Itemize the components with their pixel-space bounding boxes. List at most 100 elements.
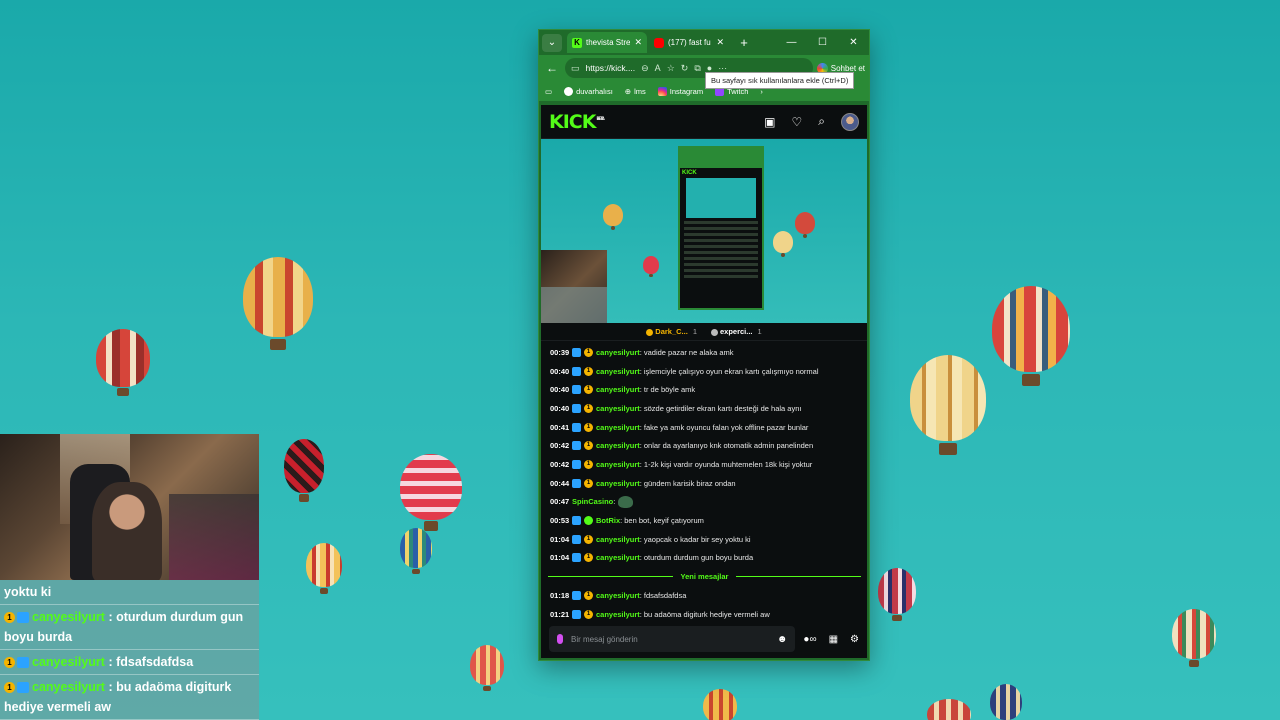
gift-badge-icon: 1 (584, 609, 593, 619)
chat-username[interactable]: canyesilyurt (596, 348, 640, 357)
tab-kick-stream[interactable]: K thevista Stre ✕ (567, 32, 647, 53)
overlay-message-text: yoktu ki (4, 585, 52, 599)
viewer-name: Dark_C... (655, 327, 688, 336)
following-video-icon[interactable]: ▣ (764, 115, 775, 129)
new-tab-plus-icon[interactable]: + (735, 35, 753, 50)
read-aloud-icon[interactable]: A (655, 63, 661, 73)
message-text: yaopcak o kadar bir sey yoktu ki (643, 534, 751, 544)
chat-message: 00:40 1 canyesilyurt: tr de böyle amk (550, 385, 696, 395)
gift-badge-icon: 1 (584, 441, 593, 451)
balloon-decoration (306, 543, 342, 595)
message-text: onlar da ayarlanıyo knk otomatik admin p… (643, 441, 814, 451)
balloon-decoration (96, 329, 150, 397)
message-time: 00:40 (550, 385, 570, 395)
chat-username[interactable]: canyesilyurt (596, 367, 640, 376)
subscriber-badge-icon (17, 682, 29, 694)
divider-line (548, 576, 673, 578)
message-time: 00:40 (550, 403, 570, 413)
viewer-entry[interactable]: experci... 1 (711, 327, 762, 336)
viewer-entry[interactable]: Dark_C... 1 (646, 327, 697, 336)
chat-username[interactable]: canyesilyurt (596, 441, 640, 450)
chat-username[interactable]: canyesilyurt (596, 460, 640, 469)
chat-username[interactable]: BotRix (596, 516, 620, 525)
chat-message: 00:42 1 canyesilyurt:1-2k kişi vardır oyun… (550, 459, 813, 469)
chat-message: 00:40 1 canyesilyurt: işlemciyle çalışıyo o… (550, 366, 819, 376)
overlay-username: canyesilyurt (32, 610, 105, 624)
close-window-icon[interactable]: ✕ (838, 37, 869, 48)
stream-video[interactable]: KICK (541, 139, 867, 323)
back-arrow-icon[interactable]: ← (543, 61, 561, 75)
balloon-decoration (773, 231, 793, 257)
message-text: fdsafsdafdsa (643, 591, 687, 601)
subscriber-badge-icon (572, 609, 581, 619)
chat-username[interactable]: canyesilyurt (596, 591, 640, 600)
message-time: 01:04 (550, 534, 570, 544)
chat-username[interactable]: canyesilyurt (596, 423, 640, 432)
emoji-icon[interactable]: ☻ (777, 634, 788, 645)
search-icon[interactable]: ⌕ (818, 114, 825, 129)
subscriber-badge-icon (572, 403, 581, 413)
message-time: 01:18 (550, 591, 570, 601)
subscriber-badge-icon (572, 441, 581, 451)
overlay-username: canyesilyurt (32, 655, 105, 669)
gift-badge-icon: 1 (584, 553, 593, 563)
subscriber-badge-icon (572, 478, 581, 488)
subscriber-badge-icon (572, 347, 581, 357)
chat-username[interactable]: canyesilyurt (596, 404, 640, 413)
zoom-icon[interactable]: ⊖ (641, 63, 649, 74)
heart-icon[interactable]: ♡ (792, 115, 803, 129)
message-time: 01:21 (550, 609, 570, 619)
balloon-decoration (1172, 609, 1216, 667)
bookmark-label: lms (634, 86, 646, 96)
chat-message-input[interactable]: Bir mesaj gönderin ☻ (549, 626, 796, 652)
webcam-desk (169, 494, 259, 580)
chat-username[interactable]: SpinCasino (572, 497, 613, 506)
chat-username[interactable]: canyesilyurt (596, 535, 640, 544)
viewer-badge-icon (646, 328, 654, 336)
minimize-icon[interactable]: — (776, 37, 807, 48)
store-icon[interactable]: ▦ (829, 634, 838, 645)
chat-username[interactable]: canyesilyurt (596, 479, 640, 488)
balloon-decoration (243, 257, 313, 350)
kick-logo[interactable]: KICKBETA (549, 110, 605, 133)
logo-text: KICK (549, 110, 596, 133)
chat-username[interactable]: canyesilyurt (596, 385, 640, 394)
chat-username[interactable]: canyesilyurt (596, 553, 640, 562)
kick-page: KICKBETA ▣ ♡ ⌕ KICK Dark_C... 1 experci.… (541, 105, 867, 658)
balloon-decoration (603, 204, 623, 230)
bookmark-lms[interactable]: ⊕ lms (625, 87, 646, 96)
gear-icon[interactable]: ⚙ (850, 634, 859, 645)
points-icon[interactable]: ●∞ (803, 634, 816, 645)
balloon-decoration (703, 689, 737, 720)
tab-youtube[interactable]: (177) fast fu ✕ (649, 32, 729, 53)
divider-line (736, 576, 862, 578)
favorite-star-icon[interactable]: ☆ (667, 63, 675, 74)
tab-actions-chevron-icon[interactable]: ⌄ (542, 33, 562, 52)
gift-badge-icon: 1 (584, 403, 593, 413)
chat-message: 01:04 1 canyesilyurt: oturdum durdum gun bo… (550, 553, 754, 563)
chat-username[interactable]: canyesilyurt (596, 610, 640, 619)
microphone-icon[interactable] (557, 634, 563, 644)
overlay-chat-message: 1 canyesilyurt : fdsafsdafdsa (0, 650, 259, 675)
gift-badge-icon: 1 (584, 385, 593, 395)
bookmark-duvarhalisi[interactable]: duvarhalısı (564, 86, 613, 96)
extensions-icon[interactable]: ⧉ (694, 63, 700, 74)
chat-messages: 00:39 1 canyesilyurt: vadide pazar ne alaka… (541, 341, 867, 624)
gift-badge-icon: 1 (584, 422, 593, 432)
mirror-toolbar (680, 148, 762, 168)
gift-badge-icon: 1 (584, 347, 593, 357)
viewer-count: 1 (692, 327, 697, 336)
maximize-icon[interactable]: ☐ (807, 37, 838, 48)
refresh-icon[interactable]: ↻ (681, 63, 689, 74)
close-tab-icon[interactable]: ✕ (634, 37, 642, 48)
chat-message: 00:42 1 canyesilyurt: onlar da ayarlanıyo k… (550, 441, 814, 451)
new-messages-divider: Yeni mesajlar (548, 567, 862, 586)
lock-icon: ▭ (571, 62, 580, 73)
bookmark-instagram[interactable]: Instagram (657, 86, 703, 96)
overlay-chat-message: 1 canyesilyurt : bu adaöma digiturk hediy… (0, 675, 259, 720)
close-tab-icon[interactable]: ✕ (716, 37, 724, 48)
message-time: 00:53 (550, 516, 570, 526)
sidebar-toggle-icon[interactable]: ▭ (545, 87, 552, 96)
mirror-video (686, 178, 756, 218)
user-avatar[interactable] (841, 112, 859, 131)
